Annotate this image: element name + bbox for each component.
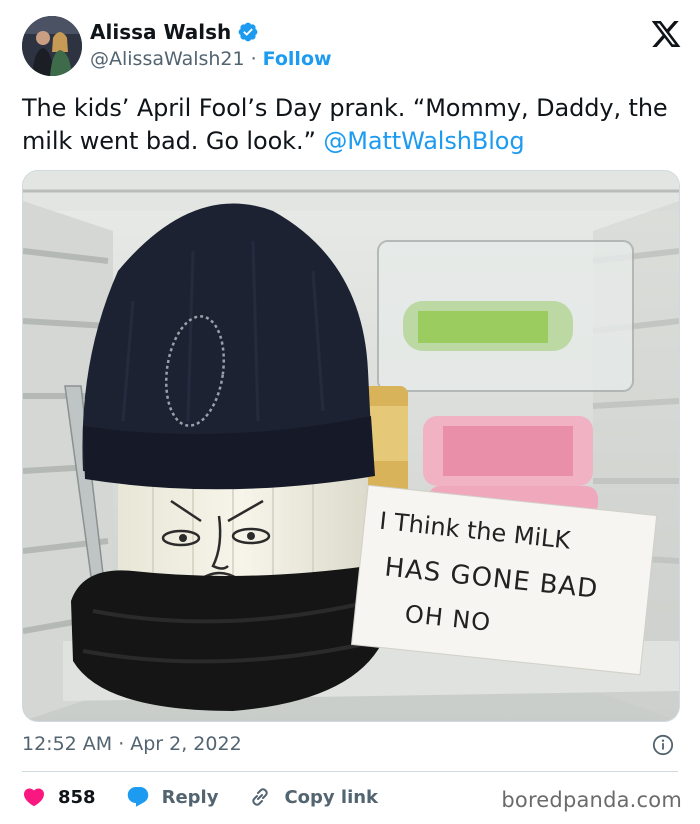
like-button[interactable]: 858 (22, 785, 96, 809)
tweet-date[interactable]: Apr 2, 2022 (130, 733, 241, 755)
divider (22, 771, 678, 772)
copy-link-button[interactable]: Copy link (248, 785, 378, 809)
avatar[interactable] (22, 16, 82, 76)
watermark: boredpanda.com (501, 788, 682, 812)
separator: · (250, 48, 257, 70)
tweet-photo[interactable]: I Think the MiLK HAS GONE BAD OH NO (22, 170, 680, 722)
follow-button[interactable]: Follow (263, 48, 332, 70)
reply-bubble-icon (127, 787, 148, 807)
verified-badge-icon (238, 22, 258, 42)
author-handle[interactable]: @AlissaWalsh21 (90, 48, 245, 70)
author-name[interactable]: Alissa Walsh (90, 20, 231, 44)
copy-link-label: Copy link (284, 786, 379, 808)
tweet-text: The kids’ April Fool’s Day prank. “Mommy… (22, 92, 682, 158)
reply-button[interactable]: Reply (126, 785, 219, 809)
timestamp[interactable]: 12:52 AM · Apr 2, 2022 (22, 733, 242, 755)
like-count: 858 (58, 786, 96, 808)
separator: · (118, 733, 125, 755)
tweet-time[interactable]: 12:52 AM (22, 733, 112, 755)
x-logo-icon[interactable] (650, 18, 682, 50)
mention-link[interactable]: @MattWalshBlog (323, 127, 524, 155)
tweet-header: Alissa Walsh @AlissaWalsh21 · Follow (22, 14, 682, 78)
reply-label: Reply (161, 786, 219, 808)
link-icon (252, 788, 269, 806)
action-bar: 858 Reply Copy link (22, 784, 408, 810)
heart-icon (23, 788, 45, 807)
info-icon[interactable] (652, 734, 674, 756)
